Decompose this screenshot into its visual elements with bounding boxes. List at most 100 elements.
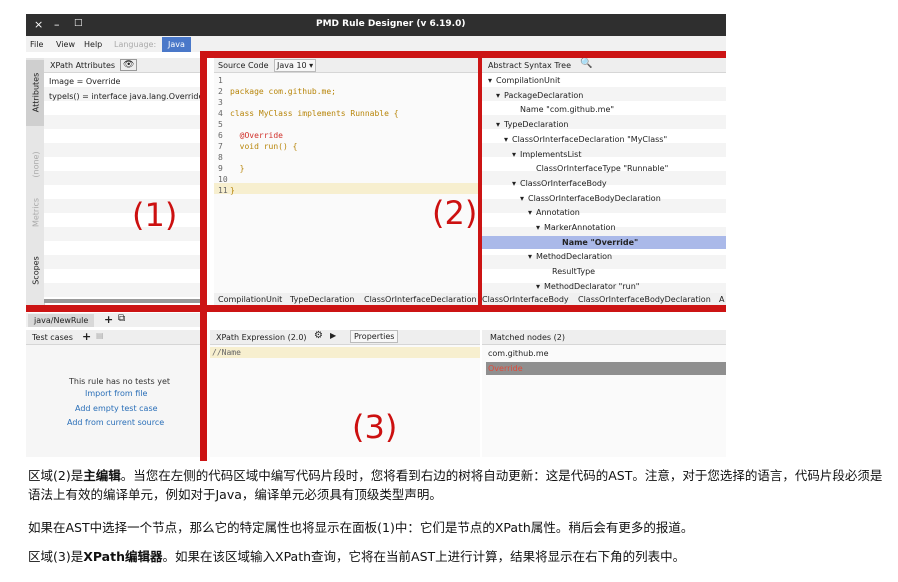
ast-node[interactable]: ClassOrInterfaceBody [520, 179, 607, 188]
code-line[interactable]: } [230, 186, 235, 195]
expand-arrow-icon[interactable]: ▾ [496, 91, 500, 100]
expand-arrow-icon[interactable]: ▾ [536, 282, 540, 291]
area-label-2: (2) [432, 194, 478, 232]
ast-node[interactable]: Name "com.github.me" [520, 105, 614, 114]
line-number: 1 [218, 76, 223, 85]
add-empty-test-link[interactable]: Add empty test case [75, 404, 158, 413]
xpath-line-highlight [210, 347, 480, 358]
line-number: 6 [218, 131, 223, 140]
attributes-header: XPath Attributes 👁 [44, 58, 204, 73]
test-tab-bar: java/NewRule + ⧉ [26, 313, 206, 327]
add-test-icon[interactable]: + [82, 330, 91, 343]
ast-node[interactable]: TypeDeclaration [504, 120, 569, 129]
ast-node[interactable]: ClassOrInterfaceType "Runnable" [536, 164, 668, 173]
ast-node[interactable]: ClassOrInterfaceBodyDeclaration [528, 194, 661, 203]
expand-arrow-icon[interactable]: ▾ [488, 76, 492, 85]
attributes-list: Image = Override typeIs() = interface ja… [44, 73, 204, 299]
ast-node[interactable]: CompilationUnit [496, 76, 560, 85]
line-number: 10 [218, 175, 228, 184]
properties-button[interactable]: Properties [350, 330, 399, 343]
ast-node[interactable]: ResultType [552, 267, 595, 276]
breadcrumb-item[interactable]: ClassOrInterfaceBody [482, 295, 569, 304]
expand-arrow-icon[interactable]: ▾ [496, 120, 500, 129]
code-line[interactable]: void run() { [230, 142, 298, 151]
line-number: 4 [218, 109, 223, 118]
matched-header: Matched nodes (2) [482, 330, 726, 345]
side-tab-attributes-label: Attributes [31, 72, 41, 113]
ast-node[interactable]: ImplementsList [520, 150, 581, 159]
rule-tab[interactable]: java/NewRule [28, 314, 95, 327]
maximize-window-button[interactable]: □ [74, 18, 83, 28]
breadcrumb-item[interactable]: ClassOrInterfaceDeclaration [364, 295, 477, 304]
xpath-editor[interactable]: //Name [210, 345, 480, 457]
ast-header: Abstract Syntax Tree 🔍 [482, 58, 726, 73]
p3-bold: XPath编辑器 [83, 549, 163, 564]
breadcrumb-item[interactable]: A [719, 295, 724, 304]
matched-item-selected[interactable]: Override [486, 362, 726, 375]
attributes-scrollbar[interactable] [44, 299, 204, 303]
code-line[interactable]: class MyClass implements Runnable { [230, 109, 399, 118]
ast-node[interactable]: ClassOrInterfaceDeclaration "MyClass" [512, 135, 667, 144]
expand-arrow-icon[interactable]: ▾ [504, 135, 508, 144]
expand-arrow-icon[interactable]: ▾ [520, 194, 524, 203]
export-icon[interactable]: ▶ [330, 331, 336, 340]
ast-tree[interactable]: ▾ CompilationUnit ▾ PackageDeclaration Name … [482, 73, 726, 293]
language-label: Language: [114, 40, 157, 49]
breadcrumb-item[interactable]: CompilationUnit [218, 295, 282, 304]
breadcrumb-item[interactable]: TypeDeclaration [290, 295, 355, 304]
menu-view[interactable]: View [56, 40, 75, 49]
add-from-source-link[interactable]: Add from current source [67, 418, 164, 427]
ast-node[interactable]: MarkerAnnotation [544, 223, 616, 232]
gear-icon[interactable]: ⚙ [314, 330, 323, 341]
ast-node[interactable]: PackageDeclaration [504, 91, 583, 100]
matched-item[interactable]: com.github.me [488, 349, 549, 358]
red-divider-top [200, 51, 726, 58]
menu-help[interactable]: Help [84, 40, 102, 49]
expand-arrow-icon[interactable]: ▾ [512, 150, 516, 159]
attribute-row[interactable]: Image = Override [49, 77, 120, 86]
java-version-select[interactable]: Java 10 ▾ [274, 59, 317, 72]
ast-node[interactable]: Annotation [536, 208, 580, 217]
side-tab-metrics-label[interactable]: Metrics [32, 185, 41, 241]
menu-file[interactable]: File [30, 40, 43, 49]
line-number: 3 [218, 98, 223, 107]
ast-node[interactable]: MethodDeclarator "run" [544, 282, 639, 291]
description-paragraph-2: 如果在AST中选择一个节点，那么它的特定属性也将显示在面板(1)中：它们是节点的… [28, 518, 888, 537]
xpath-title: XPath Expression (2.0) [216, 333, 307, 342]
line-number: 9 [218, 164, 223, 173]
code-line[interactable]: } [230, 164, 245, 173]
code-line[interactable]: package com.github.me; [230, 87, 336, 96]
code-line[interactable]: @Override [230, 131, 283, 140]
visibility-toggle-icon[interactable]: 👁 [120, 59, 138, 71]
duplicate-icon[interactable]: ⧉ [118, 313, 125, 324]
minimize-window-button[interactable]: – [54, 18, 60, 31]
line-number: 7 [218, 142, 223, 151]
test-cases-list: This rule has no tests yet Import from f… [26, 345, 204, 457]
menu-bar: File View Help Language: Java [26, 36, 726, 52]
import-test-icon[interactable]: ▤ [96, 331, 104, 340]
expand-arrow-icon[interactable]: ▾ [528, 252, 532, 261]
add-rule-icon[interactable]: + [104, 313, 113, 326]
area-label-1: (1) [132, 196, 178, 234]
ast-node[interactable]: Name "Override" [562, 238, 638, 247]
window-title: PMD Rule Designer (v 6.19.0) [316, 19, 466, 29]
test-cases-header: Test cases + ▤ [26, 330, 204, 345]
breadcrumb: CompilationUnit TypeDeclaration ClassOrInt… [214, 293, 726, 305]
title-bar: × – □ PMD Rule Designer (v 6.19.0) [26, 14, 726, 36]
close-window-button[interactable]: × [34, 18, 43, 31]
code-editor[interactable]: 1 2 package com.github.me; 3 4 class MyClass … [214, 73, 480, 293]
breadcrumb-item[interactable]: ClassOrInterfaceBodyDeclaration [578, 295, 711, 304]
xpath-input[interactable]: //Name [212, 348, 241, 357]
expand-arrow-icon[interactable]: ▾ [528, 208, 532, 217]
p2-text: 如果在AST中选择一个节点，那么它的特定属性也将显示在面板(1)中：它们是节点的… [28, 520, 694, 535]
expand-arrow-icon[interactable]: ▾ [536, 223, 540, 232]
side-tab-bar: Attributes (none) Metrics Scopes [26, 58, 45, 308]
attribute-row[interactable]: typeIs() = interface java.lang.Override [49, 92, 203, 101]
search-icon[interactable]: 🔍 [580, 58, 592, 69]
expand-arrow-icon[interactable]: ▾ [512, 179, 516, 188]
import-from-file-link[interactable]: Import from file [85, 389, 147, 398]
line-number: 5 [218, 120, 223, 129]
ast-node[interactable]: MethodDeclaration [536, 252, 612, 261]
language-select[interactable]: Java [162, 37, 191, 52]
side-tab-scopes-label[interactable]: Scopes [32, 243, 41, 299]
